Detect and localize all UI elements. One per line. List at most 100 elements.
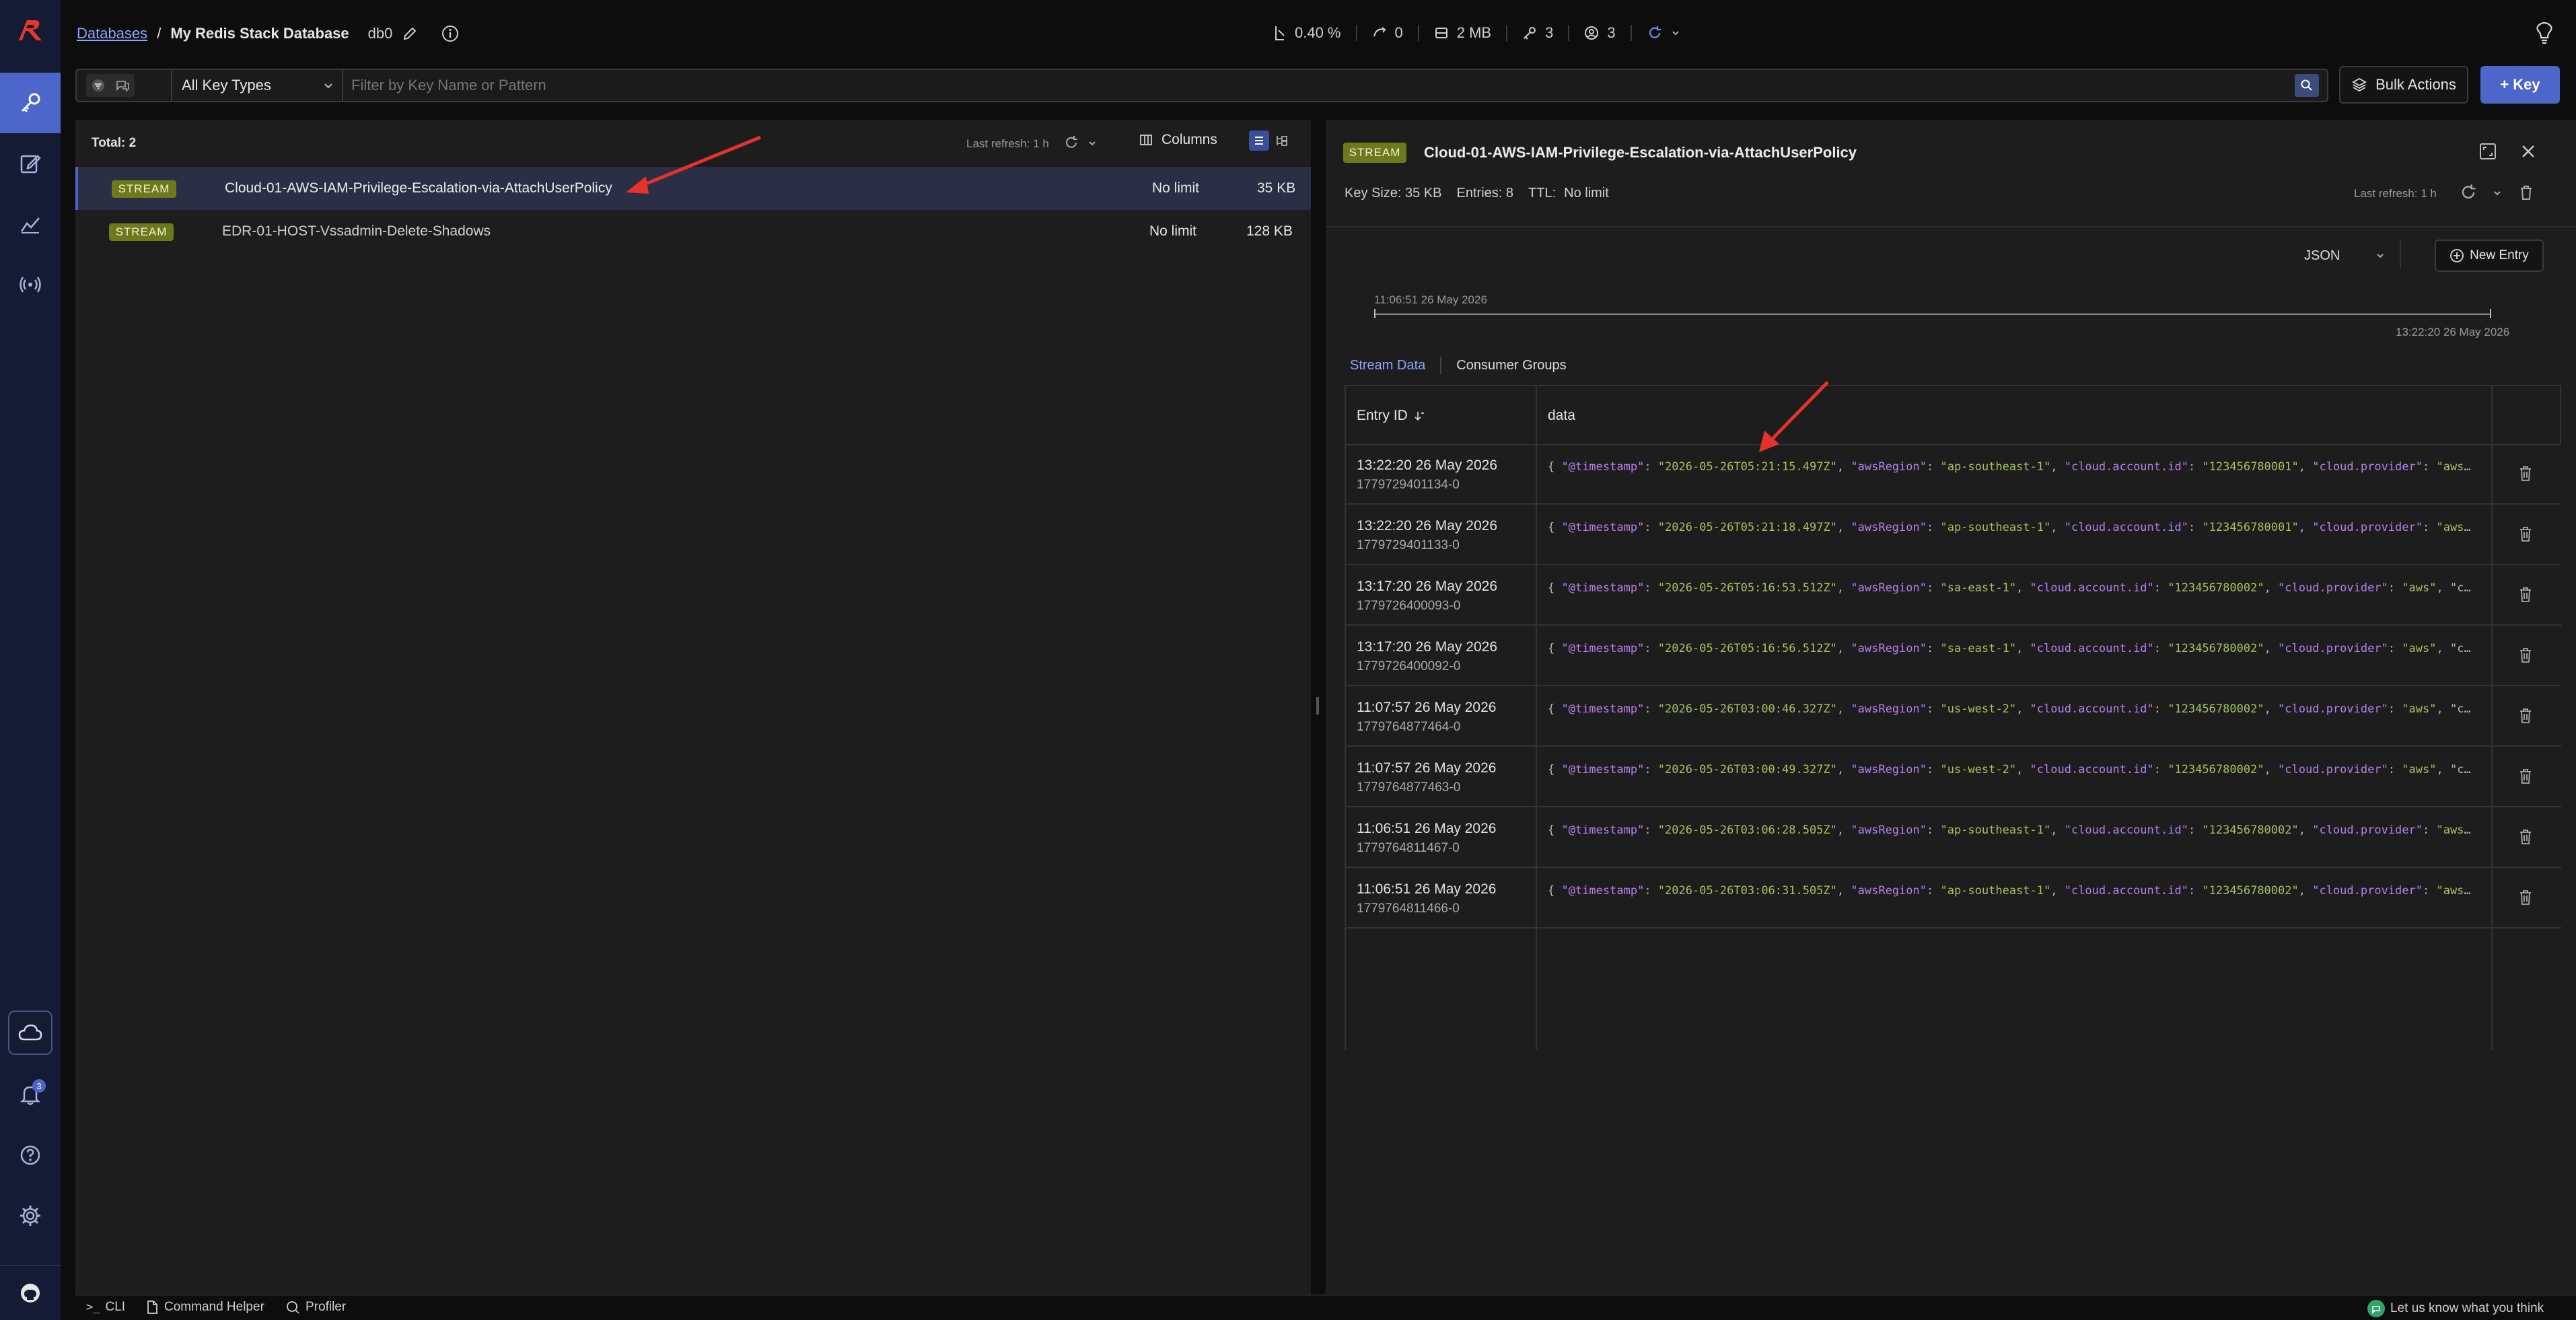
list-view-button[interactable] — [1249, 131, 1269, 151]
columns-button[interactable]: Columns — [1139, 132, 1217, 148]
key-row[interactable]: STREAM Cloud-01-AWS-IAM-Privilege-Escala… — [75, 167, 1311, 210]
command-helper-button[interactable]: Command Helper — [145, 1300, 264, 1315]
stat-divider — [1630, 25, 1632, 41]
filter-bar: All Key Types — [75, 69, 2328, 102]
delete-entry-icon[interactable] — [2517, 646, 2534, 665]
key-row[interactable]: STREAM EDR-01-HOST-Vssadmin-Delete-Shado… — [75, 210, 1311, 253]
nav-browser[interactable] — [0, 73, 61, 133]
fullscreen-icon[interactable] — [2478, 141, 2498, 161]
memory-icon — [1435, 28, 1447, 38]
close-icon[interactable] — [2518, 141, 2538, 161]
entry-id: 1779764877463-0 — [1357, 780, 1461, 795]
stream-entry-row[interactable]: 13:17:20 26 May 2026 1779726400092-0 { "@t… — [1345, 626, 2561, 686]
cloud-button[interactable] — [8, 1011, 52, 1055]
search-icon — [2301, 79, 2312, 91]
search-button[interactable] — [2295, 74, 2319, 97]
filter-icon[interactable] — [90, 77, 106, 94]
key-type-select[interactable]: All Key Types — [182, 70, 343, 101]
stream-entry-row[interactable]: 13:22:20 26 May 2026 1779729401133-0 { "@t… — [1345, 505, 2561, 565]
nav-analysis[interactable] — [0, 194, 61, 254]
tree-view-icon[interactable] — [1275, 133, 1289, 148]
chevron-down-icon[interactable] — [1087, 139, 1097, 148]
delete-entry-icon[interactable] — [2517, 525, 2534, 544]
range-slider-start-handle[interactable] — [1374, 309, 1375, 318]
stat-clients: 3 — [1584, 24, 1616, 42]
stream-entry-row[interactable]: 13:22:20 26 May 2026 1779729401134-0 { "@t… — [1345, 444, 2561, 505]
feedback-icon — [2367, 1300, 2385, 1317]
entry-data[interactable]: { "@timestamp": "2026-05-26T05:21:15.497… — [1548, 460, 2476, 474]
cpu-icon — [1275, 26, 1285, 40]
entry-data[interactable]: { "@timestamp": "2026-05-26T03:06:31.505… — [1548, 884, 2476, 897]
stream-entry-row[interactable]: 11:07:57 26 May 2026 1779764877463-0 { "@t… — [1345, 747, 2561, 807]
entry-data[interactable]: { "@timestamp": "2026-05-26T05:16:56.512… — [1548, 642, 2476, 655]
detail-tabs: Stream Data Consumer Groups — [1350, 357, 1567, 374]
lightbulb-icon[interactable] — [2534, 22, 2554, 44]
view-mode-toggle[interactable] — [86, 74, 135, 97]
gear-icon — [20, 1206, 40, 1226]
last-refresh-label: Last refresh: 1 h — [966, 137, 1049, 150]
github-button[interactable] — [0, 1266, 61, 1320]
entry-id: 1779726400092-0 — [1357, 659, 1461, 673]
entries-info: Entries: 8 — [1456, 186, 1514, 200]
tab-stream-data[interactable]: Stream Data — [1350, 358, 1425, 373]
columns-label: Columns — [1161, 132, 1217, 147]
key-ttl: No limit — [1152, 180, 1200, 196]
nav-workbench[interactable] — [0, 133, 61, 194]
entry-data[interactable]: { "@timestamp": "2026-05-26T05:16:53.512… — [1548, 581, 2476, 595]
stat-ops: 0 — [1372, 24, 1403, 42]
stream-entry-row[interactable]: 11:07:57 26 May 2026 1779764877464-0 { "@t… — [1345, 686, 2561, 747]
help-button[interactable] — [0, 1125, 61, 1185]
format-select[interactable]: JSON — [2304, 244, 2385, 268]
pencil-icon[interactable] — [402, 26, 418, 42]
chevron-down-icon[interactable] — [2493, 188, 2502, 198]
nav-pubsub[interactable] — [0, 254, 61, 315]
key-ttl: No limit — [1149, 223, 1197, 239]
info-icon[interactable] — [441, 24, 460, 43]
entry-id-header[interactable]: Entry ID — [1357, 408, 1425, 424]
redis-logo[interactable] — [0, 0, 61, 61]
notifications-button[interactable]: 3 — [0, 1064, 61, 1125]
add-key-button[interactable]: + Key — [2480, 66, 2560, 104]
delete-entry-icon[interactable] — [2517, 888, 2534, 907]
entry-data[interactable]: { "@timestamp": "2026-05-26T03:00:46.327… — [1548, 702, 2476, 716]
key-name: EDR-01-HOST-Vssadmin-Delete-Shadows — [222, 223, 491, 239]
divider — [171, 70, 172, 101]
refresh-icon[interactable] — [2459, 183, 2478, 202]
key-search-input[interactable] — [351, 74, 2276, 97]
range-slider-track[interactable] — [1374, 314, 2491, 315]
range-slider-end-handle[interactable] — [2490, 309, 2491, 318]
delete-entry-icon[interactable] — [2517, 464, 2534, 483]
auto-refresh-toggle[interactable] — [1647, 25, 1680, 41]
chat-icon[interactable] — [114, 77, 131, 94]
stream-entry-row[interactable]: 13:17:20 26 May 2026 1779726400093-0 { "@t… — [1345, 565, 2561, 626]
feedback-link[interactable]: Let us know what you think — [2367, 1300, 2544, 1317]
delete-entry-icon[interactable] — [2517, 828, 2534, 846]
entry-data[interactable]: { "@timestamp": "2026-05-26T05:21:18.497… — [1548, 521, 2476, 534]
stream-entry-row[interactable]: 11:06:51 26 May 2026 1779764811467-0 { "@t… — [1345, 807, 2561, 868]
bulk-actions-button[interactable]: Bulk Actions — [2339, 66, 2468, 104]
entry-timestamp: 13:22:20 26 May 2026 — [1357, 457, 1497, 473]
range-start-label: 11:06:51 26 May 2026 — [1374, 293, 1487, 306]
entry-timestamp: 13:17:20 26 May 2026 — [1357, 639, 1497, 655]
breadcrumb-databases-link[interactable]: Databases — [77, 25, 147, 42]
new-entry-button[interactable]: New Entry — [2435, 240, 2544, 272]
footer-bar: >_ CLI Command Helper Profiler Let us kn… — [75, 1294, 2576, 1320]
tab-consumer-groups[interactable]: Consumer Groups — [1456, 358, 1566, 373]
refresh-icon[interactable] — [1063, 135, 1079, 151]
cli-button[interactable]: >_ CLI — [86, 1300, 125, 1315]
ttl-value[interactable]: No limit — [1564, 186, 1609, 201]
delete-entry-icon[interactable] — [2517, 585, 2534, 604]
profiler-button[interactable]: Profiler — [285, 1300, 346, 1315]
redis-logo-icon — [19, 20, 42, 40]
settings-button[interactable] — [0, 1185, 61, 1246]
edit-icon — [20, 155, 41, 174]
delete-entry-icon[interactable] — [2517, 767, 2534, 786]
divider — [2400, 240, 2401, 269]
delete-key-icon[interactable] — [2517, 183, 2536, 202]
stream-entry-row[interactable]: 11:06:51 26 May 2026 1779764811466-0 { "@t… — [1345, 868, 2561, 928]
entry-data[interactable]: { "@timestamp": "2026-05-26T03:00:49.327… — [1548, 763, 2476, 776]
entry-data[interactable]: { "@timestamp": "2026-05-26T03:06:28.505… — [1548, 823, 2476, 837]
last-refresh-label: Last refresh: 1 h — [2354, 187, 2437, 200]
panel-resize-handle[interactable] — [1316, 697, 1319, 714]
delete-entry-icon[interactable] — [2517, 706, 2534, 725]
